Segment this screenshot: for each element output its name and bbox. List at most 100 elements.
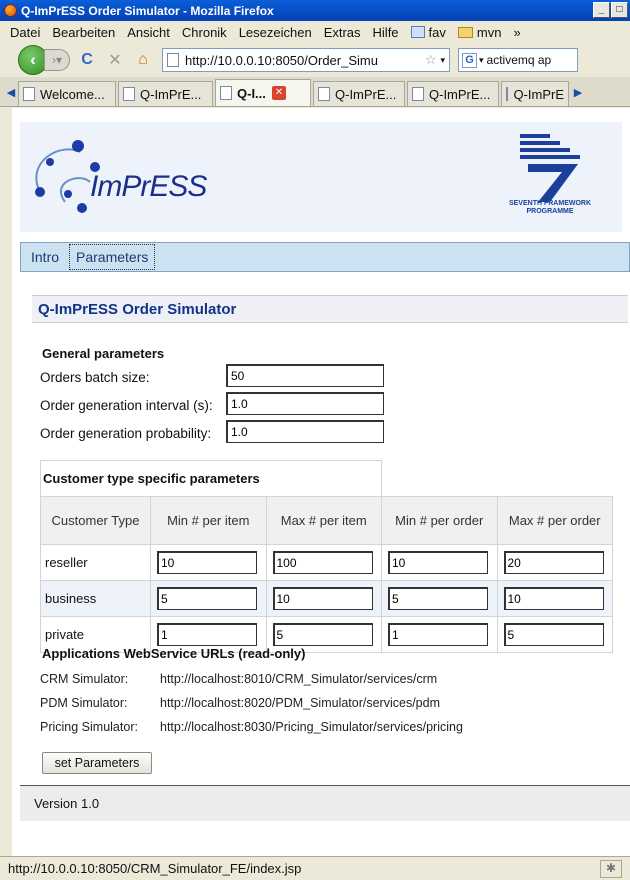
tab-scroll-right-icon[interactable]: ▶ xyxy=(571,80,585,104)
search-input[interactable]: activemq ap xyxy=(487,53,552,67)
set-parameters-button[interactable]: set Parameters xyxy=(42,752,152,774)
general-params-title: General parameters xyxy=(42,346,165,361)
tab-qimpress-3[interactable]: Q-ImPrE... xyxy=(313,81,405,106)
page-icon xyxy=(123,87,135,101)
ws-urls-title: Applications WebService URLs (read-only) xyxy=(42,646,306,661)
business-max-item-input[interactable] xyxy=(272,587,373,610)
tab-qimpress-1[interactable]: Q-ImPrE... xyxy=(118,81,213,106)
page-icon xyxy=(412,87,424,101)
menu-chronik[interactable]: Chronik xyxy=(176,25,233,40)
page-icon xyxy=(167,53,179,67)
col-customer-type: Customer Type xyxy=(40,496,151,545)
table-row: reseller xyxy=(40,544,613,581)
menu-lesezeichen[interactable]: Lesezeichen xyxy=(233,25,318,40)
header-banner: ImPrESS SEVENTH FRAMEWORK PROGRAMME xyxy=(20,122,622,232)
nav-intro[interactable]: Intro xyxy=(25,244,65,270)
page-viewport: ImPrESS SEVENTH FRAMEWORK PROGRAMME Intr… xyxy=(12,108,630,856)
tab-label: Q-I... xyxy=(237,85,266,101)
private-max-item-input[interactable] xyxy=(272,623,373,646)
tab-qimpress-4[interactable]: Q-ImPrE... xyxy=(407,81,499,106)
navigation-toolbar: ‹ ›▾ C ✕ ⌂ http://10.0.0.10:8050/Order_S… xyxy=(0,43,630,77)
tab-label: Welcome... xyxy=(40,86,105,102)
tab-label: Q-ImPrE... xyxy=(335,86,397,102)
bookmark-mvn-label: mvn xyxy=(476,24,502,40)
orders-batch-size-input[interactable] xyxy=(226,364,384,387)
col-max-per-item: Max # per item xyxy=(265,496,382,545)
business-min-item-input[interactable] xyxy=(157,587,257,610)
tab-scroll-left-icon[interactable]: ◀ xyxy=(4,80,18,104)
tab-bar: ◀ Welcome... Q-ImPrE... Q-I... ✕ Q-ImPrE… xyxy=(0,77,630,107)
stop-icon[interactable]: ✕ xyxy=(104,50,126,70)
private-min-item-input[interactable] xyxy=(157,623,257,646)
menu-extras[interactable]: Extras xyxy=(318,25,367,40)
bookmark-star-icon[interactable]: ☆ xyxy=(425,52,437,68)
page-icon xyxy=(220,86,232,100)
status-text: http://10.0.0.10:8050/CRM_Simulator_FE/i… xyxy=(8,861,302,876)
page-footer: Version 1.0 xyxy=(20,785,630,821)
minimize-button[interactable]: _ xyxy=(593,2,610,18)
close-tab-icon[interactable]: ✕ xyxy=(271,86,286,100)
ws-row-pricing: Pricing Simulator: http://localhost:8030/… xyxy=(40,720,463,734)
impress-logo-text: ImPrESS xyxy=(90,170,207,203)
ws-crm-label: CRM Simulator: xyxy=(40,672,129,686)
search-bar[interactable]: G ▾ activemq ap xyxy=(458,48,578,72)
menu-ansicht[interactable]: Ansicht xyxy=(121,25,176,40)
firefox-icon xyxy=(4,4,17,17)
version-text: Version 1.0 xyxy=(34,796,100,811)
url-text[interactable]: http://10.0.0.10:8050/Order_Simu xyxy=(185,53,421,68)
maximize-button[interactable]: □ xyxy=(611,2,628,18)
tab-qimpress-active[interactable]: Q-I... ✕ xyxy=(215,79,311,106)
tab-welcome[interactable]: Welcome... xyxy=(18,81,116,106)
home-icon[interactable]: ⌂ xyxy=(132,51,154,69)
bookmark-search-icon xyxy=(410,26,425,38)
orders-batch-size-label: Orders batch size: xyxy=(40,370,150,385)
forward-button[interactable]: ›▾ xyxy=(44,49,70,71)
bookmark-mvn[interactable]: mvn xyxy=(452,25,508,40)
private-max-order-input[interactable] xyxy=(503,623,604,646)
fp7-line-1: SEVENTH FRAMEWORK xyxy=(508,200,592,207)
menu-bar: Datei Bearbeiten Ansicht Chronik Lesezei… xyxy=(0,21,630,43)
url-bar[interactable]: http://10.0.0.10:8050/Order_Simu ☆ ▾ xyxy=(162,48,450,72)
tab-label: Q-ImPrE xyxy=(513,86,564,102)
tab-label: Q-ImPrE... xyxy=(140,86,202,102)
col-max-per-order: Max # per order xyxy=(496,496,613,545)
menu-datei[interactable]: Datei xyxy=(4,25,46,40)
fp7-text: SEVENTH FRAMEWORK PROGRAMME xyxy=(504,200,596,216)
search-dropdown-icon[interactable]: ▾ xyxy=(479,55,484,66)
order-interval-input[interactable] xyxy=(226,392,384,415)
status-addon-icon[interactable]: ✱ xyxy=(600,860,622,878)
bookmarks-overflow[interactable]: » xyxy=(507,25,526,40)
menu-hilfe[interactable]: Hilfe xyxy=(367,25,405,40)
reseller-min-order-input[interactable] xyxy=(388,551,488,574)
order-probability-input[interactable] xyxy=(226,420,384,443)
nav-parameters[interactable]: Parameters xyxy=(69,244,156,270)
private-min-order-input[interactable] xyxy=(388,623,488,646)
col-min-per-order: Min # per order xyxy=(381,496,498,545)
table-row: business xyxy=(40,580,613,617)
page-icon xyxy=(506,87,509,101)
tab-qimpress-5[interactable]: Q-ImPrE xyxy=(501,81,569,106)
tab-label: Q-ImPrE... xyxy=(429,86,491,102)
reseller-max-item-input[interactable] xyxy=(272,551,373,574)
window-title-bar: Q-ImPrESS Order Simulator - Mozilla Fire… xyxy=(0,0,630,21)
row-type-reseller: reseller xyxy=(40,544,151,581)
business-min-order-input[interactable] xyxy=(388,587,488,610)
col-min-per-item: Min # per item xyxy=(150,496,267,545)
reseller-min-item-input[interactable] xyxy=(157,551,257,574)
status-bar: http://10.0.0.10:8050/CRM_Simulator_FE/i… xyxy=(0,856,630,880)
window-title: Q-ImPrESS Order Simulator - Mozilla Fire… xyxy=(21,3,274,18)
bookmark-fav[interactable]: fav xyxy=(405,25,452,40)
menu-bearbeiten[interactable]: Bearbeiten xyxy=(46,25,121,40)
ws-pricing-label: Pricing Simulator: xyxy=(40,720,138,734)
google-search-icon[interactable]: G xyxy=(462,52,477,68)
reload-icon[interactable]: C xyxy=(76,51,98,69)
ws-row-pdm: PDM Simulator: http://localhost:8020/PDM_… xyxy=(40,696,440,710)
url-dropdown-icon[interactable]: ▾ xyxy=(440,55,445,66)
reseller-max-order-input[interactable] xyxy=(503,551,604,574)
page-title: Q-ImPrESS Order Simulator xyxy=(32,295,628,323)
business-max-order-input[interactable] xyxy=(503,587,604,610)
customer-params-title: Customer type specific parameters xyxy=(40,460,382,497)
bookmark-fav-label: fav xyxy=(428,24,446,40)
ws-crm-url: http://localhost:8010/CRM_Simulator/serv… xyxy=(160,672,438,686)
ws-pricing-url: http://localhost:8030/Pricing_Simulator/… xyxy=(160,720,463,734)
